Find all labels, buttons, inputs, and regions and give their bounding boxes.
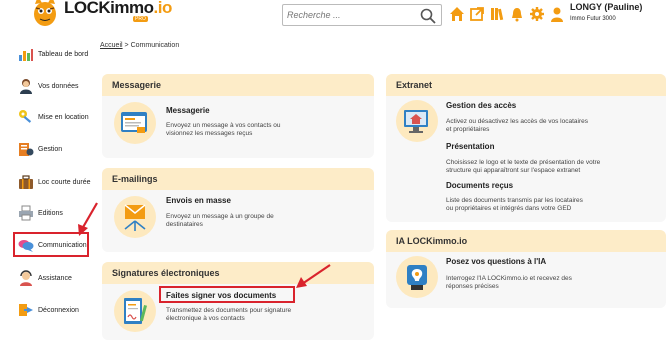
sidebar-item-label: Editions [38,209,63,217]
sidebar-item-label: Assistance [38,274,72,282]
documents-icon[interactable] [489,6,505,22]
signature-document-icon [124,298,148,324]
printer-icon [19,205,33,221]
messaging-link[interactable]: Messagerie [166,106,210,115]
app-logo[interactable]: LOCKimmo.io PRO [30,0,172,28]
sidebar-item-editions[interactable]: Editions [18,203,63,223]
search-input[interactable] [283,5,411,25]
sidebar-item-label: Vos données [38,82,79,90]
sidebar-item-support[interactable]: Assistance [18,268,72,288]
card-messagerie: Messagerie Messagerie Envoyez un message… [102,74,374,158]
sidebar-item-communication[interactable]: Communication [18,235,87,255]
access-management-icon [404,110,428,133]
access-management-link[interactable]: Gestion des accès [446,101,516,110]
support-icon [20,270,32,286]
search-box [282,4,442,26]
item-icon-bg [114,290,156,332]
keys-icon [19,110,32,123]
search-icon[interactable] [419,7,437,25]
card-header: E-mailings [102,168,374,190]
mass-mailing-description: Envoyez un message à un groupe de destin… [166,213,274,228]
card-ia: IA LOCKimmo.io Posez vos questions à l'I… [386,230,666,308]
dashboard-icon [19,49,33,61]
user-name[interactable]: LONGY (Pauline) [570,2,642,12]
logo-tag: PRO [133,16,148,22]
item-icon-bg [396,256,438,298]
home-icon[interactable] [449,6,465,22]
ai-assistant-icon [407,265,427,290]
card-emailings: E-mailings Envois en masse Envoyez un me… [102,168,374,252]
sidebar-item-rental[interactable]: Mise en location [18,107,89,127]
item-icon-bg [114,196,156,238]
user-icon[interactable] [549,6,565,22]
breadcrumb: Accueil > Communication [100,42,179,49]
breadcrumb-home-link[interactable]: Accueil [100,42,123,49]
sign-documents-description: Transmettez des documents pour signature… [166,307,292,322]
received-documents-description: Liste des documents transmis par les loc… [446,197,583,212]
presentation-link[interactable]: Présentation [446,142,494,151]
presentation-description: Choisissez le logo et le texte de présen… [446,159,601,174]
logout-icon [19,304,33,316]
received-documents-link[interactable]: Documents reçus [446,181,513,190]
mass-mailing-icon [124,204,146,231]
ask-ai-link[interactable]: Posez vos questions à l'IA [446,257,546,266]
management-icon [19,143,34,156]
header-toolbar [449,6,565,22]
chat-bubbles-icon [18,240,34,252]
sidebar-item-your-data[interactable]: Vos données [18,76,78,96]
ask-ai-description: Interrogez l'IA LOCKimmo.io et recevez d… [446,275,572,290]
sidebar-item-label: Communication [38,241,87,249]
sidebar-item-label: Mise en location [38,113,89,121]
card-header: Signatures électroniques [102,262,374,284]
logo-wordmark: LOCKimmo.io [64,0,172,17]
bell-icon[interactable] [509,6,525,22]
user-data-icon [20,79,32,94]
user-company: Immo Futur 3000 [570,16,616,22]
mass-mailing-link[interactable]: Envois en masse [166,196,231,205]
breadcrumb-separator: > [124,42,129,49]
sidebar-item-label: Gestion [38,145,63,153]
sidebar-item-dashboard[interactable]: Tableau de bord [18,44,88,64]
card-extranet: Extranet Gestion des accès Activez ou dé… [386,74,666,222]
sidebar-item-short-rental[interactable]: Loc courte durée [18,172,91,192]
sidebar-item-label: Déconnexion [38,306,79,314]
breadcrumb-current: Communication [130,42,180,49]
sidebar-item-logout[interactable]: Déconnexion [18,300,79,320]
item-icon-bg [396,100,438,142]
card-header: IA LOCKimmo.io [386,230,666,252]
messaging-description: Envoyez un message à vos contacts ou vis… [166,122,281,137]
card-header: Messagerie [102,74,374,96]
gear-icon[interactable] [529,6,545,22]
sidebar-item-management[interactable]: Gestion [18,139,62,159]
access-management-description: Activez ou désactivez les accès de vos l… [446,118,588,133]
sidebar-item-label: Loc courte durée [38,178,91,186]
external-link-icon[interactable] [469,6,485,22]
cat-mascot-icon [34,0,56,26]
sidebar-item-label: Tableau de bord [38,50,89,58]
item-icon-bg [114,102,156,144]
card-header: Extranet [386,74,666,96]
highlight-box [159,286,295,303]
suitcase-icon [19,175,33,189]
message-window-icon [121,112,147,133]
